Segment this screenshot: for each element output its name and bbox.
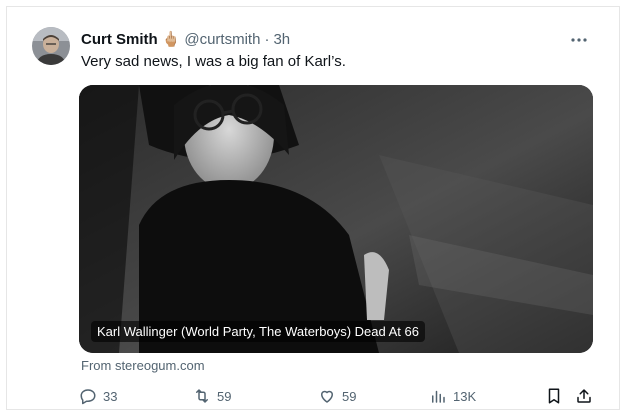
author-emoji: 🖕🏼 — [161, 31, 181, 48]
reply-icon — [79, 387, 97, 405]
bookmark-icon — [545, 387, 563, 405]
media-card[interactable]: Karl Wallinger (World Party, The Waterbo… — [79, 85, 593, 353]
like-count: 59 — [342, 388, 357, 404]
share-icon — [575, 387, 593, 405]
reply-button[interactable]: 33 — [79, 385, 117, 407]
media-caption: Karl Wallinger (World Party, The Waterbo… — [91, 321, 425, 342]
bookmark-button[interactable] — [545, 385, 563, 407]
repost-count: 59 — [217, 388, 232, 404]
more-icon — [571, 29, 587, 47]
like-button[interactable]: 59 — [318, 385, 356, 407]
avatar[interactable] — [32, 27, 70, 65]
link-source[interactable]: From stereogum.com — [81, 358, 205, 373]
more-button[interactable] — [569, 29, 589, 47]
views-icon — [429, 387, 447, 405]
author-name[interactable]: Curt Smith — [81, 31, 158, 48]
repost-icon — [193, 387, 211, 405]
repost-button[interactable]: 59 — [193, 385, 231, 407]
share-button[interactable] — [575, 385, 593, 407]
views-count: 13K — [453, 388, 477, 404]
author-handle[interactable]: @curtsmith — [184, 31, 260, 48]
timestamp[interactable]: 3h — [273, 31, 290, 48]
separator: · — [264, 30, 270, 48]
action-bar: 33 59 59 13K — [79, 385, 599, 407]
tweet-header: Curt Smith 🖕🏼 @curtsmith · 3h — [81, 30, 290, 49]
views-button[interactable]: 13K — [429, 385, 476, 407]
tweet-text: Very sad news, I was a big fan of Karl’s… — [81, 53, 346, 70]
tweet-card[interactable]: Curt Smith 🖕🏼 @curtsmith · 3h Very sad n… — [6, 6, 620, 410]
reply-count: 33 — [103, 388, 118, 404]
media-photo — [79, 85, 593, 353]
like-icon — [318, 387, 336, 405]
